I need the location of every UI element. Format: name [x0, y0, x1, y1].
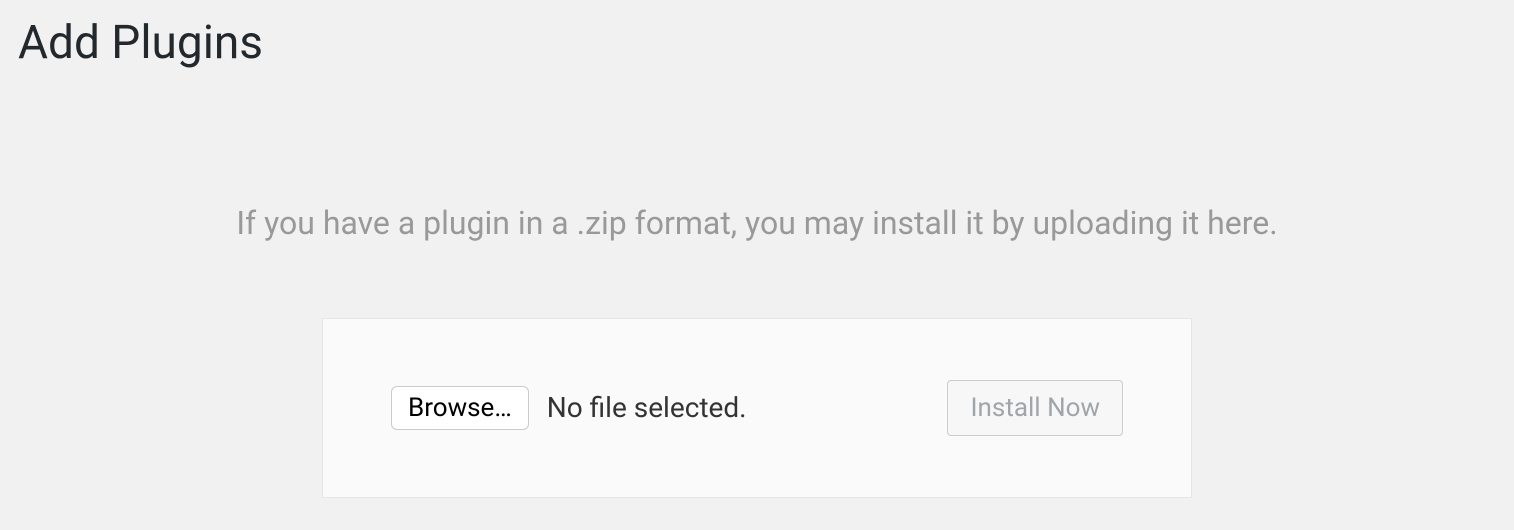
file-input-group: Browse… No file selected. — [391, 386, 747, 430]
page-title: Add Plugins — [0, 0, 1514, 74]
install-now-button[interactable]: Install Now — [947, 380, 1123, 436]
browse-button[interactable]: Browse… — [391, 386, 529, 430]
upload-instruction: If you have a plugin in a .zip format, y… — [0, 204, 1514, 242]
file-selected-status: No file selected. — [547, 391, 747, 424]
upload-panel: Browse… No file selected. Install Now — [322, 318, 1192, 498]
